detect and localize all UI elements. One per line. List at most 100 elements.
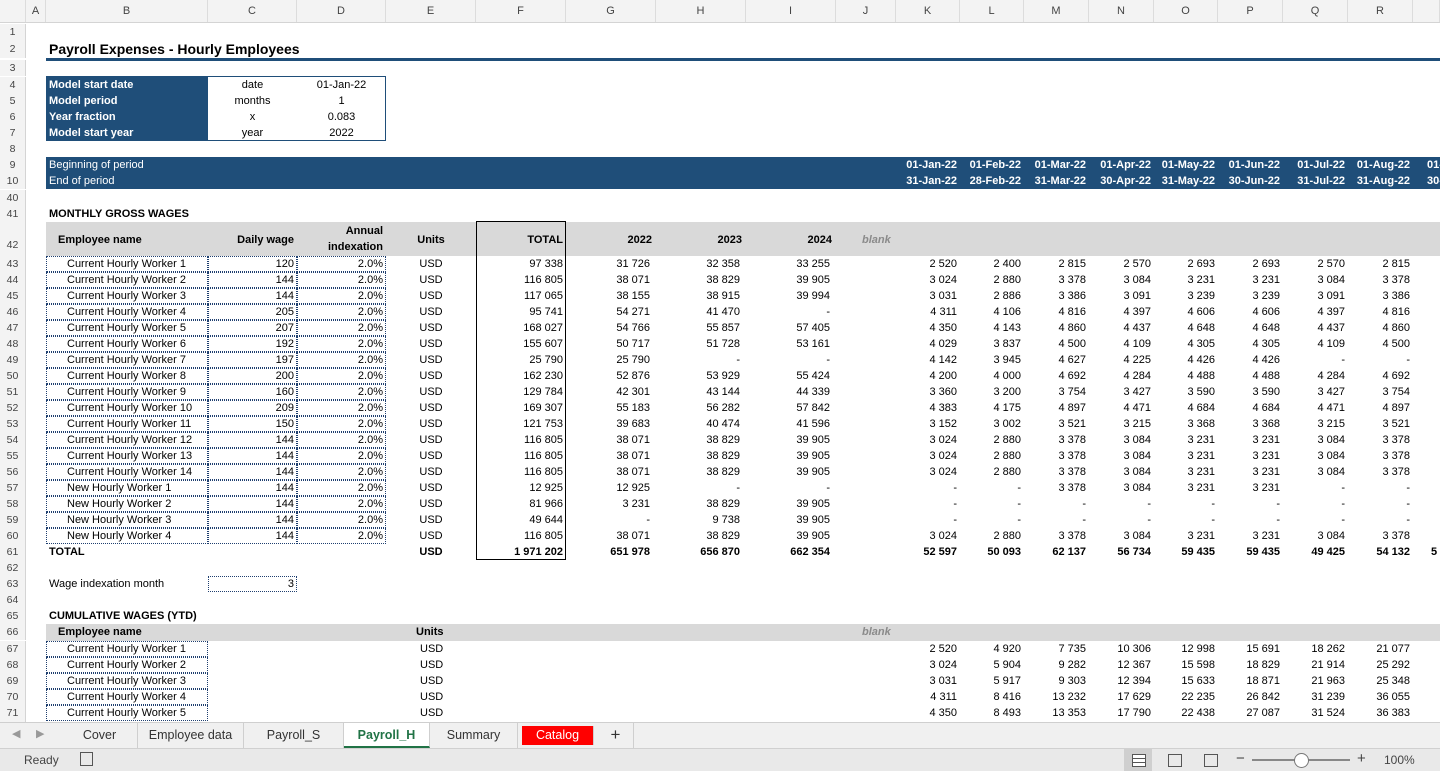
row-total[interactable]: 49 644 — [476, 512, 566, 528]
month-value[interactable]: - — [1348, 496, 1413, 512]
column-header-D[interactable]: D — [297, 0, 386, 22]
month-value[interactable]: 3 239 — [1218, 288, 1283, 304]
wages-header-index-1[interactable]: Annual — [297, 223, 386, 239]
month-value[interactable]: 3 002 — [960, 416, 1024, 432]
period-end-date[interactable]: 30-Jun-22 — [1218, 173, 1283, 189]
employee-name-input[interactable] — [46, 320, 208, 336]
units[interactable]: USD — [386, 416, 476, 432]
month-value[interactable]: 2 693 — [1154, 256, 1218, 272]
units[interactable]: USD — [386, 464, 476, 480]
units[interactable]: USD — [386, 432, 476, 448]
row-header-8[interactable]: 8 — [0, 141, 26, 157]
indexation-label[interactable]: Wage indexation month — [46, 576, 208, 592]
month-value[interactable]: 3 231 — [1218, 432, 1283, 448]
daily-wage-input[interactable] — [208, 336, 297, 352]
period-begin-label[interactable]: Beginning of period — [46, 157, 346, 173]
month-value[interactable]: 4 383 — [896, 400, 960, 416]
employee-name-input[interactable] — [46, 288, 208, 304]
month-value[interactable]: 4 109 — [1089, 336, 1154, 352]
wages-header-index-2[interactable]: indexation — [297, 239, 386, 255]
month-value[interactable]: 3 231 — [1154, 480, 1218, 496]
month-value[interactable]: 4 225 — [1089, 352, 1154, 368]
month-value[interactable]: - — [896, 480, 960, 496]
month-value[interactable]: 2 886 — [960, 288, 1024, 304]
row-total[interactable]: 97 338 — [476, 256, 566, 272]
row-header-57[interactable]: 57 — [0, 480, 26, 496]
year-value[interactable]: 38 829 — [656, 448, 746, 464]
cumulative-month-value[interactable]: 25 292 — [1348, 657, 1413, 673]
zoom-out-icon[interactable]: − — [1236, 750, 1245, 767]
month-value[interactable]: 3 152 — [896, 416, 960, 432]
cumulative-month-value[interactable]: 13 232 — [1024, 689, 1089, 705]
row-header-55[interactable]: 55 — [0, 448, 26, 464]
month-value[interactable]: 3 378 — [1348, 448, 1413, 464]
month-value[interactable]: - — [960, 480, 1024, 496]
month-value[interactable]: 4 437 — [1283, 320, 1348, 336]
month-value[interactable]: 4 284 — [1283, 368, 1348, 384]
param-unit[interactable]: months — [208, 93, 297, 109]
row-header-69[interactable]: 69 — [0, 673, 26, 689]
row-total[interactable]: 116 805 — [476, 464, 566, 480]
row-total[interactable]: 116 805 — [476, 432, 566, 448]
month-value[interactable]: 3 231 — [1154, 448, 1218, 464]
month-value[interactable]: - — [1283, 496, 1348, 512]
row-header-61[interactable]: 61 — [0, 544, 26, 560]
month-value[interactable]: 4 200 — [896, 368, 960, 384]
zoom-level[interactable]: 100% — [1384, 753, 1415, 767]
total-row-units[interactable]: USD — [386, 544, 476, 560]
year-value[interactable]: 38 829 — [656, 464, 746, 480]
cumulative-section-title[interactable]: CUMULATIVE WAGES (YTD) — [46, 608, 346, 624]
month-value[interactable]: 4 426 — [1218, 352, 1283, 368]
employee-name-input[interactable] — [46, 400, 208, 416]
daily-wage-input[interactable] — [208, 416, 297, 432]
row-header-40[interactable]: 40 — [0, 190, 26, 206]
column-header-P[interactable]: P — [1218, 0, 1283, 22]
period-begin-date[interactable]: 01-Mar-22 — [1024, 157, 1089, 173]
month-value[interactable]: 4 648 — [1218, 320, 1283, 336]
period-end-date[interactable]: 31-Jul-22 — [1283, 173, 1348, 189]
month-value[interactable]: 3 084 — [1283, 448, 1348, 464]
param-label[interactable]: Year fraction — [46, 109, 208, 125]
units[interactable]: USD — [386, 352, 476, 368]
units[interactable]: USD — [386, 400, 476, 416]
month-value[interactable]: 2 880 — [960, 272, 1024, 288]
row-header-51[interactable]: 51 — [0, 384, 26, 400]
month-value[interactable]: 3 231 — [1218, 528, 1283, 544]
month-value[interactable]: 2 880 — [960, 528, 1024, 544]
indexation-input[interactable] — [297, 416, 386, 432]
period-begin-date[interactable]: 01-Jan-22 — [896, 157, 960, 173]
tab-cover[interactable]: Cover — [62, 723, 138, 748]
row-header-56[interactable]: 56 — [0, 464, 26, 480]
month-value[interactable]: - — [1283, 480, 1348, 496]
year-value[interactable]: 38 829 — [656, 272, 746, 288]
row-total[interactable]: 117 065 — [476, 288, 566, 304]
month-value[interactable]: 3 084 — [1283, 528, 1348, 544]
month-value[interactable]: 3 091 — [1089, 288, 1154, 304]
row-total[interactable]: 116 805 — [476, 272, 566, 288]
employee-name-input[interactable] — [46, 416, 208, 432]
indexation-input[interactable] — [297, 336, 386, 352]
cumulative-name-input[interactable] — [46, 673, 208, 689]
month-value[interactable]: - — [1089, 512, 1154, 528]
month-value[interactable]: 4 500 — [1348, 336, 1413, 352]
month-total[interactable]: 50 093 — [960, 544, 1024, 560]
month-value[interactable]: 3 378 — [1348, 528, 1413, 544]
indexation-input[interactable] — [297, 480, 386, 496]
row-header-71[interactable]: 71 — [0, 705, 26, 721]
period-begin-date-partial[interactable]: 01- — [1424, 157, 1440, 173]
daily-wage-input[interactable] — [208, 512, 297, 528]
total-row-label[interactable]: TOTAL — [46, 544, 208, 560]
month-value[interactable]: 4 606 — [1218, 304, 1283, 320]
row-header-43[interactable]: 43 — [0, 256, 26, 272]
indexation-input[interactable] — [297, 448, 386, 464]
daily-wage-input[interactable] — [208, 400, 297, 416]
cumulative-month-value[interactable]: 9 282 — [1024, 657, 1089, 673]
year-value[interactable]: 33 255 — [746, 256, 836, 272]
row-header-1[interactable]: 1 — [0, 24, 26, 40]
daily-wage-input[interactable] — [208, 448, 297, 464]
year-value[interactable]: 40 474 — [656, 416, 746, 432]
cumulative-month-value[interactable]: 12 394 — [1089, 673, 1154, 689]
year-value[interactable]: 43 144 — [656, 384, 746, 400]
month-value[interactable]: 3 239 — [1154, 288, 1218, 304]
month-value[interactable]: 3 590 — [1218, 384, 1283, 400]
